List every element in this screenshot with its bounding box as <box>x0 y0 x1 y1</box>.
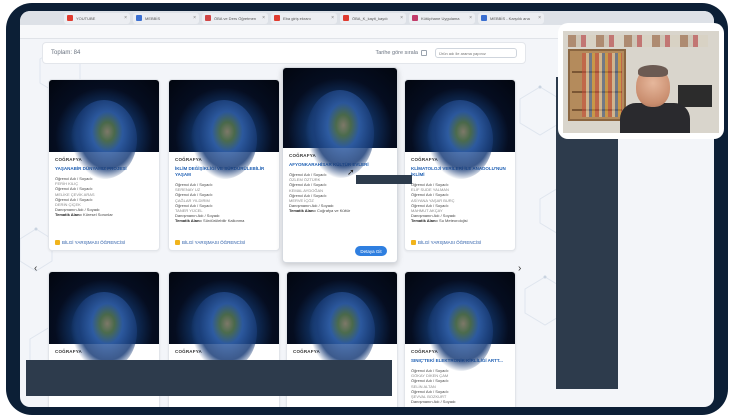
close-tab-icon[interactable]: × <box>400 15 403 21</box>
browser-tab[interactable]: Eba giriş ekranı × <box>271 12 337 24</box>
tab-favicon-icon <box>412 15 418 21</box>
card-line-value: Coğrafya ve Kültür <box>317 208 351 214</box>
earth-image <box>287 272 397 372</box>
chevron-left-icon[interactable]: ‹ <box>34 263 37 274</box>
browser-tab[interactable]: Kütüphane Uygulama × <box>409 12 475 24</box>
card-line-label: Tematik Alanı: <box>55 212 82 218</box>
tab-favicon-icon <box>205 15 211 21</box>
card-line-value: Küresel Sorunlar <box>83 212 113 218</box>
card-line-value: Sürdürülebilir Kalkınma <box>203 218 245 224</box>
sort-checkbox[interactable] <box>421 50 427 56</box>
trophy-icon <box>175 240 180 245</box>
chevron-right-icon[interactable]: › <box>518 263 521 274</box>
close-tab-icon[interactable]: × <box>331 15 334 21</box>
tab-favicon-icon <box>136 15 142 21</box>
earth-image <box>283 68 397 179</box>
project-card[interactable]: COĞRAFYA YAŞANABİR DÜNYAMIZ PROJESİ Öğre… <box>48 79 160 251</box>
tab-favicon-icon <box>481 15 487 21</box>
project-card-hovered[interactable]: COĞRAFYA AFYONKARAHİSAR KÜLTÜR EVLERİ Öğ… <box>282 67 398 263</box>
earth-image <box>49 80 159 180</box>
trophy-icon <box>55 240 60 245</box>
earth-image <box>49 272 159 372</box>
browser-tab[interactable]: ÖBA ve Ders Öğretmen × <box>202 12 268 24</box>
browser-tab[interactable]: YOUTUBE × <box>64 12 130 24</box>
total-count: Toplam: 84 <box>51 50 81 56</box>
competition-badge: BİLGİ YARIŞMASI ÖĞRENCİSİ <box>175 240 245 245</box>
webcam-overlay <box>558 23 724 139</box>
card-line-label: Tematik Alanı: <box>411 218 438 224</box>
earth-image <box>405 80 515 180</box>
competition-badge: BİLGİ YARIŞMASI ÖĞRENCİSİ <box>411 240 481 245</box>
browser-tab[interactable]: MEBBİS × <box>133 12 199 24</box>
card-line-label: Tematik Alanı: <box>175 218 202 224</box>
earth-image <box>169 272 279 372</box>
browser-tab[interactable]: ÖBA_K_kayit_kaydı × <box>340 12 406 24</box>
mouse-cursor-icon: ➚ <box>347 167 355 177</box>
sort-label: Tarihe göre sırala <box>375 50 419 56</box>
presenter-body <box>620 103 690 133</box>
browser-tab[interactable]: MEBBİS - Karşılık ana × <box>478 12 544 24</box>
close-tab-icon[interactable]: × <box>469 15 472 21</box>
results-header: Toplam: 84 Tarihe göre sırala <box>42 42 526 64</box>
card-line-label: Tematik Alanı: <box>289 208 316 214</box>
tab-favicon-icon <box>67 15 73 21</box>
card-line-label: Danışmanın Adı / Soyadı: <box>411 399 457 405</box>
video-frame: YOUTUBE × MEBBİS × ÖBA ve Ders Öğretmen × E… <box>6 3 728 415</box>
competition-badge: BİLGİ YARIŞMASI ÖĞRENCİSİ <box>55 240 125 245</box>
trophy-icon <box>411 240 416 245</box>
redaction-bar <box>26 360 392 396</box>
earth-image <box>169 80 279 180</box>
close-tab-icon[interactable]: × <box>193 15 196 21</box>
close-tab-icon[interactable]: × <box>538 15 541 21</box>
project-card[interactable]: COĞRAFYA KLİMATOLOJİ VERİLERİ İLE ANADOL… <box>404 79 516 251</box>
tab-favicon-icon <box>343 15 349 21</box>
earth-image <box>405 272 515 372</box>
search-input[interactable] <box>435 48 517 58</box>
detail-button[interactable]: Detaya Git <box>355 246 387 256</box>
project-card[interactable]: COĞRAFYA SINIÇ'TEKİ ELEKTRONİK KİRLİLİĞİ… <box>404 271 516 407</box>
close-tab-icon[interactable]: × <box>262 15 265 21</box>
redaction-bar <box>356 175 412 184</box>
close-tab-icon[interactable]: × <box>124 15 127 21</box>
project-card[interactable]: COĞRAFYA İKLİM DEĞİŞİKLİĞİ VE SÜRDÜRÜLEB… <box>168 79 280 251</box>
card-line-value: Su Meteorolojisi <box>439 218 468 224</box>
tab-favicon-icon <box>274 15 280 21</box>
monitor <box>678 85 712 107</box>
